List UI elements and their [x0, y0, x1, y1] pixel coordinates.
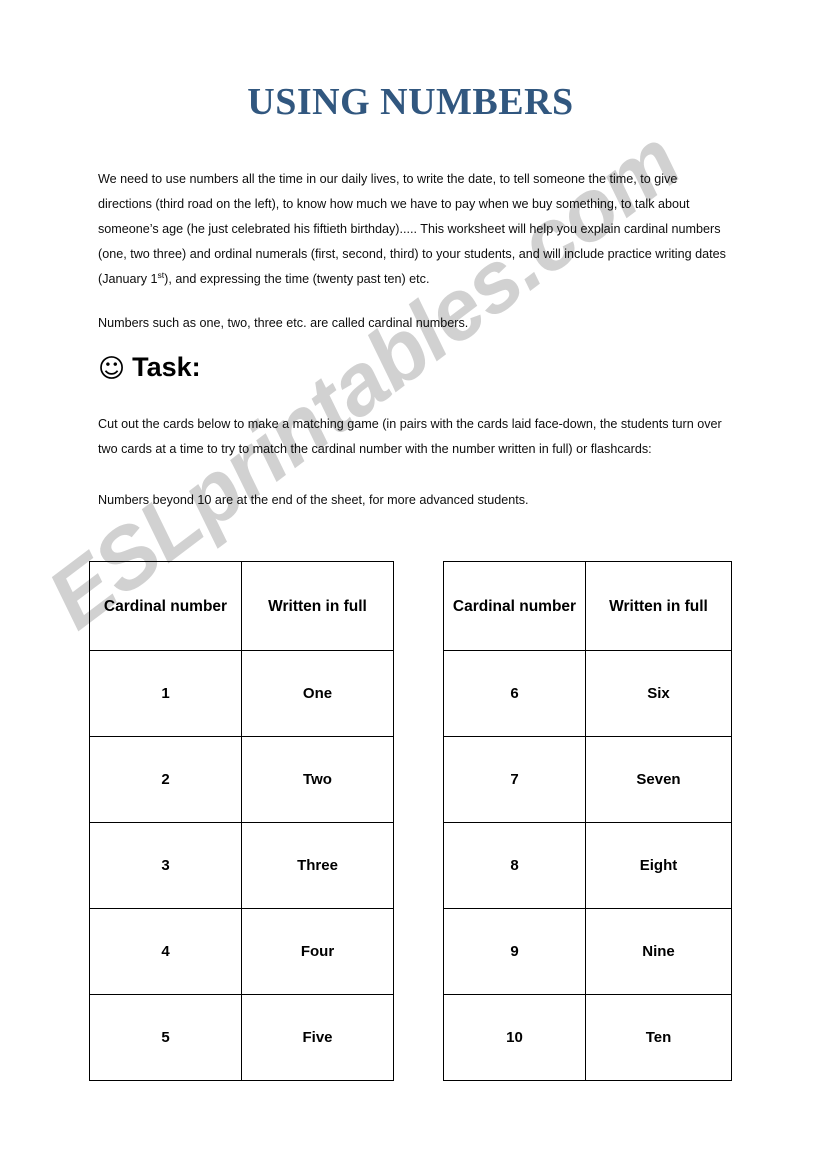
cardinal-definition-paragraph: Numbers such as one, two, three etc. are…: [98, 316, 469, 330]
intro-paragraph: We need to use numbers all the time in o…: [98, 167, 728, 292]
card-number: 1: [89, 650, 242, 737]
card-word: Ten: [585, 994, 732, 1081]
table-header-row: Cardinal number Written in full: [443, 561, 732, 651]
smiley-face-icon: ☺: [98, 354, 126, 384]
worksheet-page: ESLprintables.com USING NUMBERS We need …: [0, 0, 821, 1169]
card-tables-area: Cardinal number Written in full 1 One 2 …: [89, 561, 732, 1081]
table-row: 1 One: [89, 650, 394, 737]
card-number: 10: [443, 994, 586, 1081]
table-row: 10 Ten: [443, 994, 732, 1081]
card-word: Two: [241, 736, 394, 823]
intro-text-part2: ), and expressing the time (twenty past …: [164, 272, 430, 286]
card-word: Three: [241, 822, 394, 909]
card-word: Six: [585, 650, 732, 737]
card-word: Nine: [585, 908, 732, 995]
table-row: 2 Two: [89, 736, 394, 823]
task-instructions-paragraph: Cut out the cards below to make a matchi…: [98, 417, 722, 456]
header-written-in-full: Written in full: [241, 561, 394, 651]
table-row: 9 Nine: [443, 908, 732, 995]
task-heading-label: Task:: [132, 352, 201, 382]
page-title: USING NUMBERS: [247, 81, 574, 123]
card-word: Seven: [585, 736, 732, 823]
table-row: 8 Eight: [443, 822, 732, 909]
table-row: 3 Three: [89, 822, 394, 909]
cardinal-table-right: Cardinal number Written in full 6 Six 7 …: [443, 561, 732, 1081]
beyond-ten-note: Numbers beyond 10 are at the end of the …: [98, 493, 529, 507]
card-number: 9: [443, 908, 586, 995]
intro-text-part1: We need to use numbers all the time in o…: [98, 172, 726, 286]
table-header-row: Cardinal number Written in full: [89, 561, 394, 651]
table-row: 6 Six: [443, 650, 732, 737]
card-word: Five: [241, 994, 394, 1081]
card-number: 7: [443, 736, 586, 823]
card-number: 2: [89, 736, 242, 823]
table-row: 4 Four: [89, 908, 394, 995]
card-word: Four: [241, 908, 394, 995]
cardinal-table-left: Cardinal number Written in full 1 One 2 …: [89, 561, 394, 1081]
card-number: 5: [89, 994, 242, 1081]
card-word: Eight: [585, 822, 732, 909]
table-row: 5 Five: [89, 994, 394, 1081]
card-number: 8: [443, 822, 586, 909]
header-written-in-full: Written in full: [585, 561, 732, 651]
card-word: One: [241, 650, 394, 737]
header-cardinal-number: Cardinal number: [443, 561, 586, 651]
card-number: 6: [443, 650, 586, 737]
table-row: 7 Seven: [443, 736, 732, 823]
header-cardinal-number: Cardinal number: [89, 561, 242, 651]
task-heading: ☺ Task:: [98, 350, 201, 386]
card-number: 3: [89, 822, 242, 909]
card-number: 4: [89, 908, 242, 995]
